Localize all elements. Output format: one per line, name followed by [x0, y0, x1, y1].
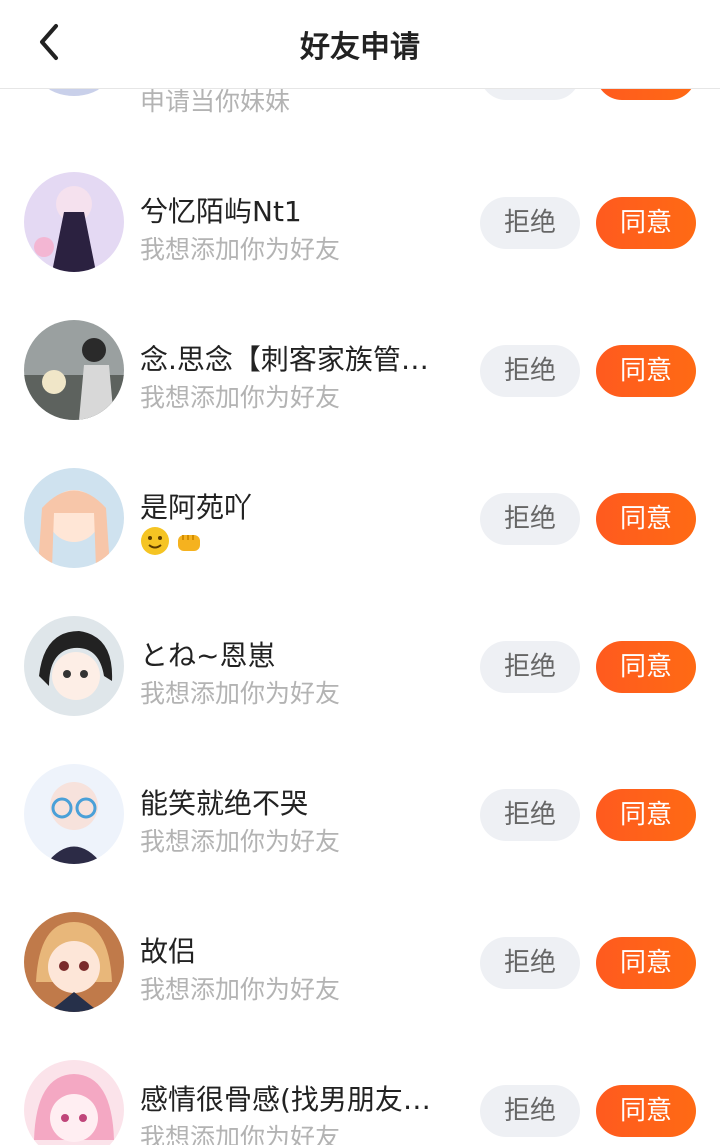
avatar[interactable]: [24, 764, 124, 864]
list-item[interactable]: 能笑就绝不哭 我想添加你为好友 拒绝 同意: [0, 742, 720, 890]
accept-button[interactable]: 同意: [596, 493, 696, 545]
list-item[interactable]: 故侣 我想添加你为好友 拒绝 同意: [0, 890, 720, 1038]
list-item[interactable]: 念.思念【刺客家族管… 我想添加你为好友 拒绝 同意: [0, 298, 720, 446]
avatar[interactable]: [24, 616, 124, 716]
reject-button[interactable]: 拒绝: [480, 937, 580, 989]
smiling-face-icon: [141, 527, 169, 555]
accept-button[interactable]: 同意: [596, 937, 696, 989]
accept-button[interactable]: 同意: [596, 789, 696, 841]
avatar[interactable]: [24, 1060, 124, 1145]
friend-request-list[interactable]: 申请当你妹妹 拒绝 同意 兮忆陌屿Nt1 我想添加你为好友 拒绝 同意 念.思念…: [0, 0, 720, 1145]
request-message: 我想添加你为好友: [140, 679, 341, 708]
requester-name: 兮忆陌屿Nt1: [140, 195, 302, 228]
emoji-message: [140, 526, 204, 558]
list-item[interactable]: 是阿苑吖 拒绝 同意: [0, 446, 720, 594]
fist-icon: [178, 535, 200, 551]
request-message: 我想添加你为好友: [140, 975, 341, 1004]
requester-name: 故侣: [140, 935, 197, 968]
accept-button[interactable]: 同意: [596, 641, 696, 693]
reject-button[interactable]: 拒绝: [480, 789, 580, 841]
avatar[interactable]: [24, 912, 124, 1012]
list-item[interactable]: 兮忆陌屿Nt1 我想添加你为好友 拒绝 同意: [0, 150, 720, 298]
reject-button[interactable]: 拒绝: [480, 493, 580, 545]
page-title: 好友申请: [300, 30, 420, 65]
avatar[interactable]: [24, 320, 124, 420]
request-message: 我想添加你为好友: [140, 1123, 341, 1145]
requester-name: 感情很骨感(找男朋友…: [140, 1083, 431, 1116]
reject-button[interactable]: 拒绝: [480, 641, 580, 693]
reject-button[interactable]: 拒绝: [480, 1085, 580, 1137]
accept-button[interactable]: 同意: [596, 197, 696, 249]
list-item[interactable]: 感情很骨感(找男朋友… 我想添加你为好友 拒绝 同意: [0, 1038, 720, 1145]
avatar[interactable]: [24, 468, 124, 568]
reject-button[interactable]: 拒绝: [480, 345, 580, 397]
accept-button[interactable]: 同意: [596, 1085, 696, 1137]
request-message: 我想添加你为好友: [140, 235, 341, 264]
list-item[interactable]: とね~恩崽 我想添加你为好友 拒绝 同意: [0, 594, 720, 742]
requester-name: 能笑就绝不哭: [140, 787, 309, 820]
reject-button[interactable]: 拒绝: [480, 197, 580, 249]
requester-name: 是阿苑吖: [140, 491, 253, 524]
top-nav-bar: 好友申请: [0, 0, 720, 89]
request-message: 我想添加你为好友: [140, 827, 341, 856]
requester-name: とね~恩崽: [140, 639, 276, 672]
accept-button[interactable]: 同意: [596, 345, 696, 397]
avatar[interactable]: [24, 172, 124, 272]
requester-name: 念.思念【刺客家族管…: [140, 343, 429, 376]
request-message: 我想添加你为好友: [140, 383, 341, 412]
